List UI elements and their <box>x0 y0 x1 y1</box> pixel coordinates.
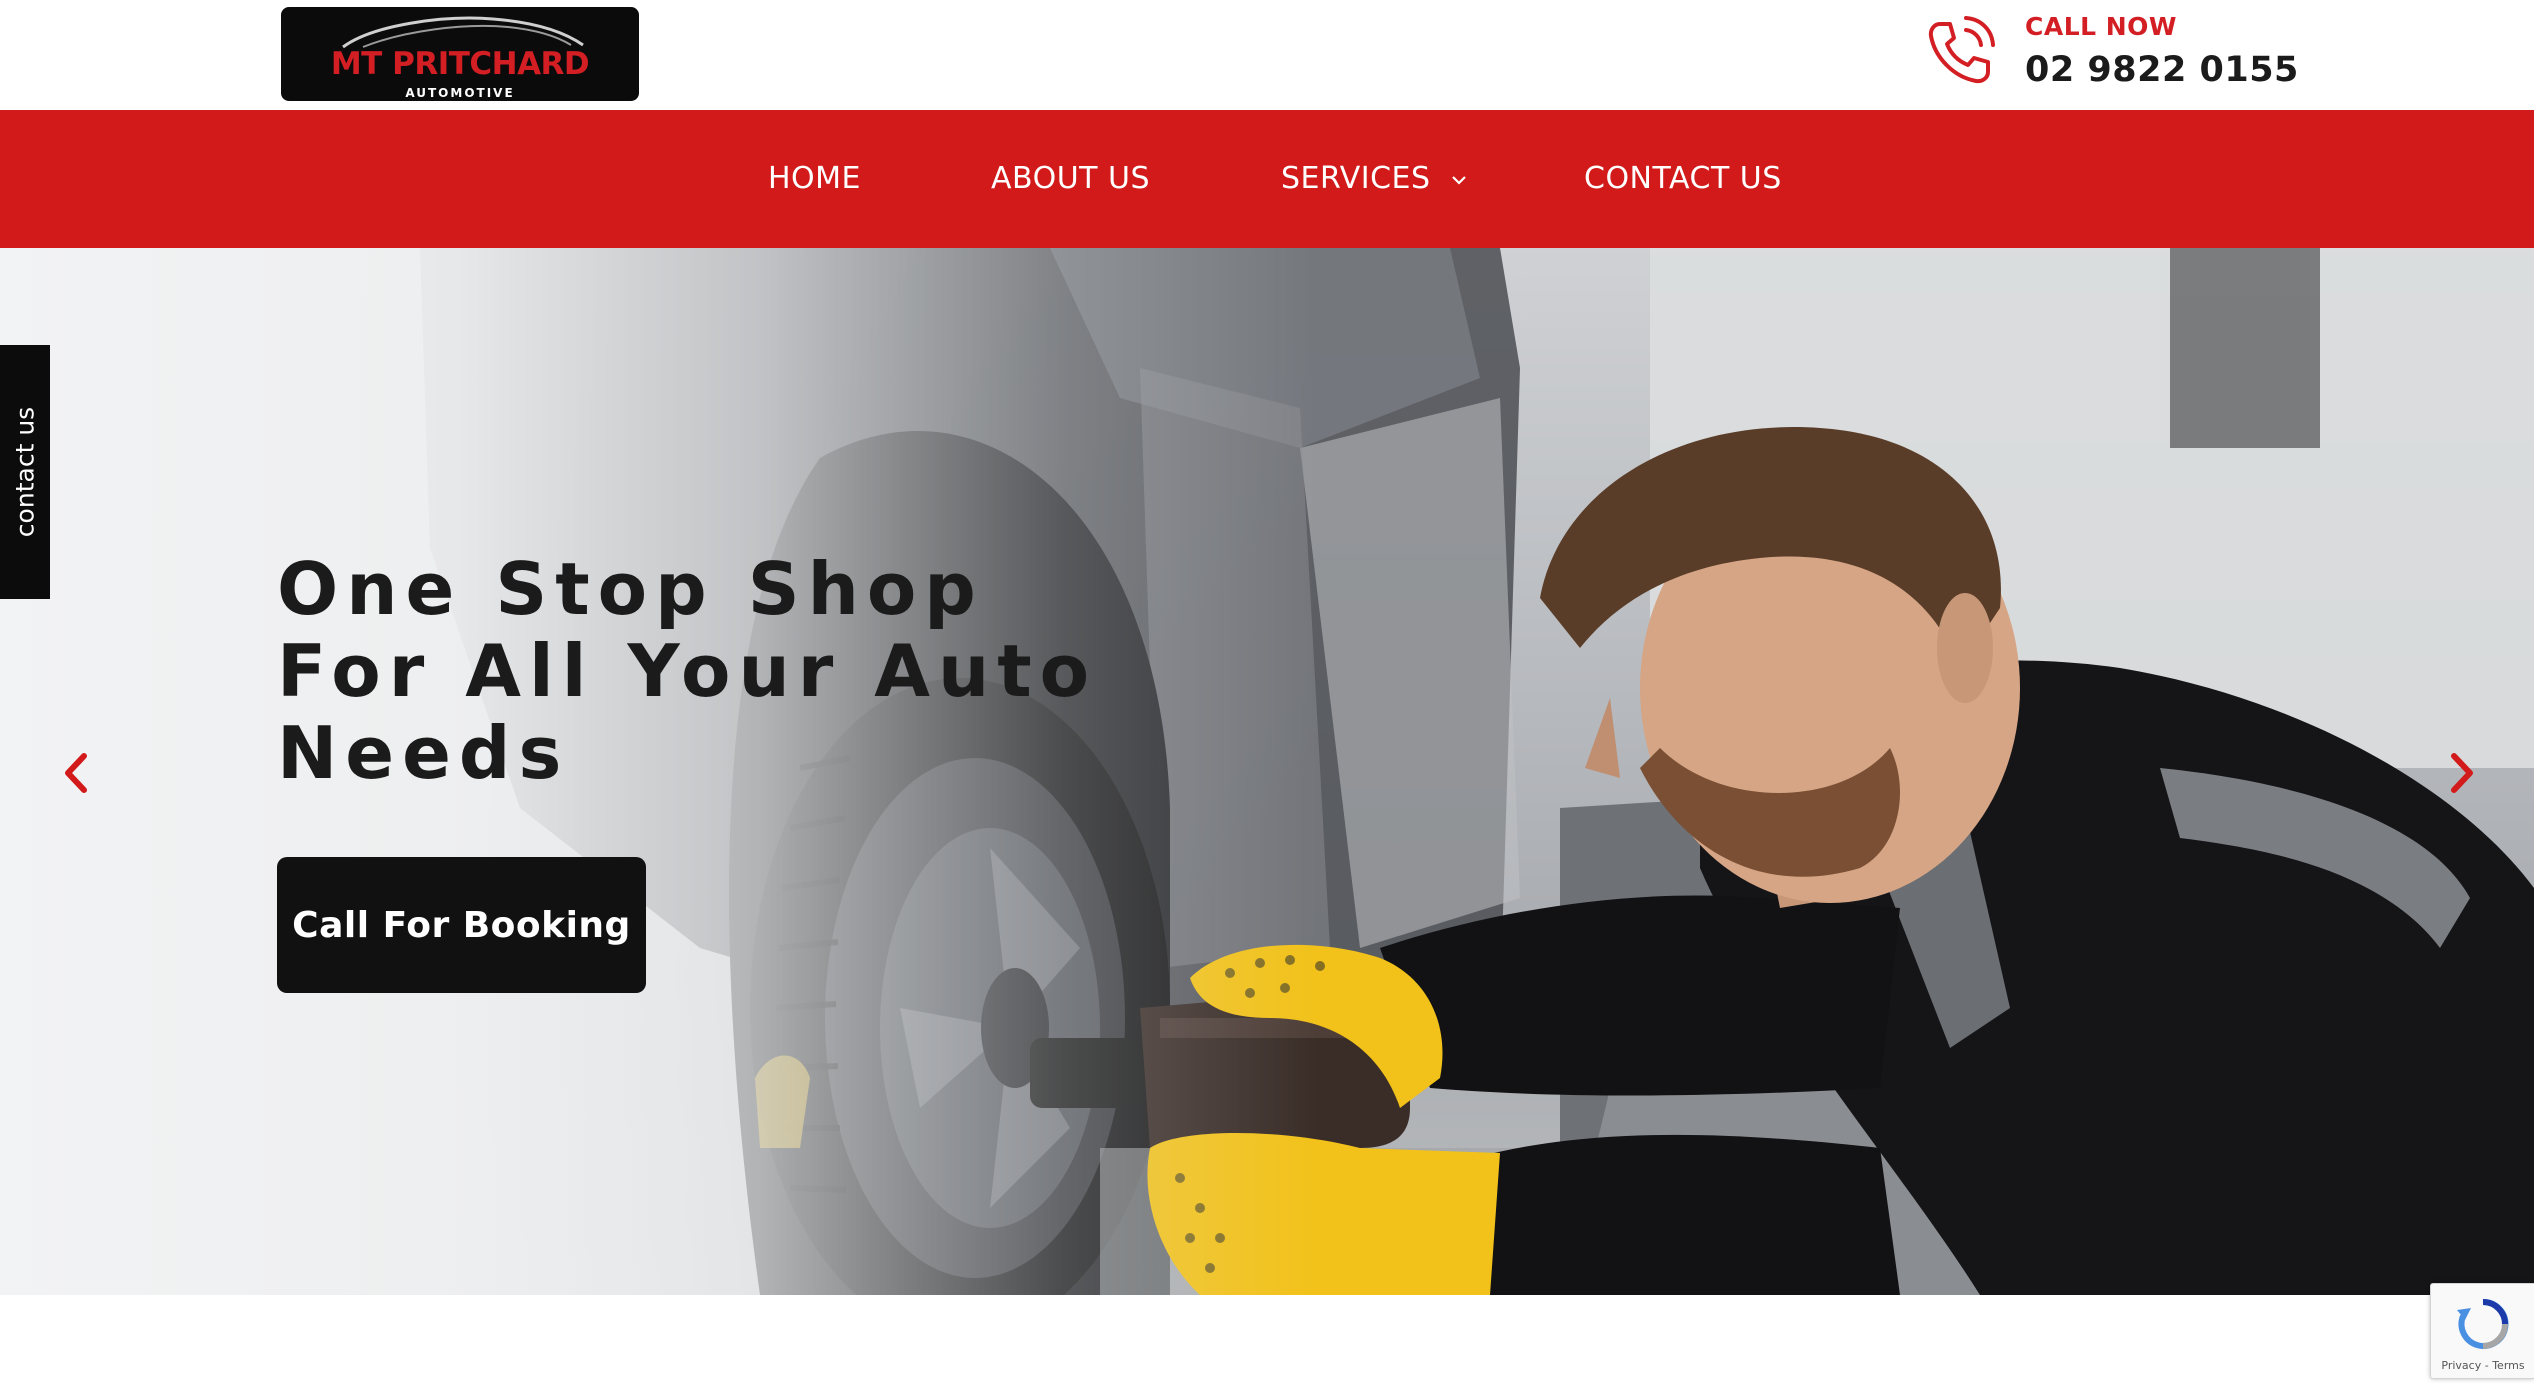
nav-item-label: ABOUT US <box>991 161 1151 196</box>
nav-item-contact-us[interactable]: CONTACT US <box>1584 110 1782 248</box>
hero-slider: One Stop Shop For All Your Auto Needs Ca… <box>0 248 2534 1295</box>
side-tab-label: contact us <box>10 406 40 538</box>
site-header: MT PRITCHARD AUTOMOTIVE CALL NOW 02 9822… <box>0 0 2534 110</box>
hero-heading: One Stop Shop For All Your Auto Needs <box>277 547 1098 795</box>
recaptcha-terms-link[interactable]: Privacy - Terms <box>2431 1359 2534 1372</box>
recaptcha-icon <box>2457 1298 2509 1349</box>
chevron-right-icon[interactable] <box>2442 748 2482 798</box>
recaptcha-badge[interactable]: Privacy - Terms <box>2430 1283 2534 1379</box>
call-for-booking-button[interactable]: Call For Booking <box>277 857 646 993</box>
nav-item-about-us[interactable]: ABOUT US <box>991 110 1150 248</box>
logo-wordmark: MT PRITCHARD <box>330 46 590 82</box>
contact-us-side-tab[interactable]: contact us <box>0 345 50 599</box>
nav-item-label: CONTACT US <box>1584 161 1782 196</box>
car-swoosh-icon <box>342 16 584 49</box>
phone-number-link[interactable]: 02 9822 0155 <box>2025 50 2299 90</box>
nav-item-services[interactable]: SERVICES <box>1281 110 1467 248</box>
logo-subtext: AUTOMOTIVE <box>405 86 515 100</box>
brand-logo[interactable]: MT PRITCHARD AUTOMOTIVE <box>281 7 639 101</box>
nav-item-home[interactable]: HOME <box>768 110 861 248</box>
main-navigation: HOME ABOUT US SERVICES CONTACT US <box>0 110 2534 248</box>
nav-item-label: SERVICES <box>1281 161 1431 196</box>
phone-icon[interactable] <box>1918 10 2000 92</box>
call-now-label: CALL NOW <box>2025 12 2178 41</box>
chevron-down-icon <box>1451 175 1466 185</box>
nav-item-label: HOME <box>768 161 862 196</box>
chevron-left-icon[interactable] <box>56 748 96 798</box>
